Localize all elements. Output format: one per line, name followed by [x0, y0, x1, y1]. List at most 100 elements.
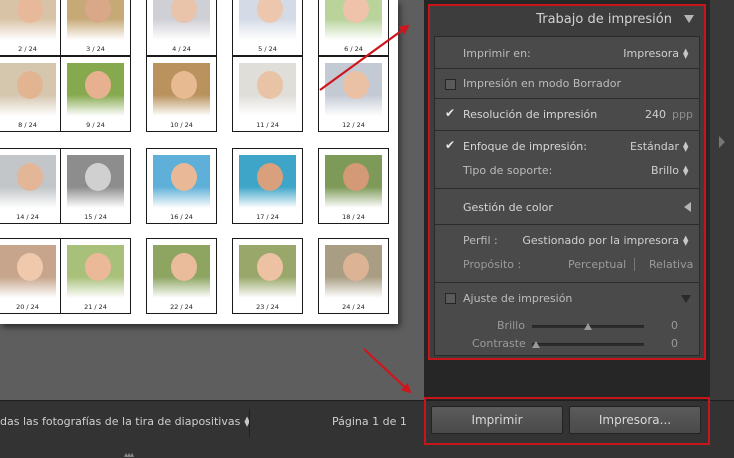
child-face: [85, 163, 111, 191]
updown-arrows-icon: ▲ ▼: [683, 140, 689, 153]
intent-option-relative[interactable]: Relativa: [649, 258, 693, 271]
brightness-value[interactable]: 0: [671, 319, 678, 332]
baby-photo: [67, 0, 124, 40]
color-management-title: Gestión de color: [463, 201, 553, 214]
baby-photo: [67, 155, 124, 208]
baby-photo: [239, 245, 296, 298]
contact-sheet-cell[interactable]: 10 / 24: [146, 56, 217, 132]
media-type-select[interactable]: Brillo ▲ ▼: [651, 164, 689, 177]
contact-sheet-cell[interactable]: 14 / 24: [0, 148, 63, 224]
contact-sheet-cell[interactable]: 22 / 24: [146, 238, 217, 314]
child-face: [257, 163, 283, 191]
print-to-label: Imprimir en:: [463, 47, 531, 60]
resolution-value[interactable]: 240: [645, 108, 666, 121]
contact-sheet-cell[interactable]: 23 / 24: [232, 238, 303, 314]
child-face: [85, 0, 111, 23]
printer-button[interactable]: Impresora...: [569, 406, 701, 434]
cell-caption: 5 / 24: [258, 45, 277, 53]
print-adjustment-section: Ajuste de impresión Brillo 0 Contraste 0: [435, 283, 699, 357]
print-job-panel-header[interactable]: Trabajo de impresión: [430, 6, 704, 34]
contact-sheet-cell[interactable]: 11 / 24: [232, 56, 303, 132]
intent-option-perceptual[interactable]: Perceptual: [568, 258, 626, 271]
child-face: [17, 253, 43, 281]
cell-caption: 10 / 24: [170, 121, 193, 129]
child-face: [17, 71, 43, 99]
collapse-panel-icon[interactable]: [684, 15, 694, 23]
contrast-value[interactable]: 0: [671, 337, 678, 350]
cell-caption: 11 / 24: [256, 121, 279, 129]
color-management-header[interactable]: Gestión de color: [435, 189, 699, 225]
photo-source-select[interactable]: das las fotografías de la tira de diapos…: [0, 415, 250, 428]
sharpening-select[interactable]: Estándar ▲ ▼: [630, 140, 689, 153]
resize-grip-icon[interactable]: ▴▴▴: [124, 450, 134, 458]
contrast-slider[interactable]: [532, 343, 644, 346]
contact-sheet-cell[interactable]: 2 / 24: [0, 0, 63, 56]
baby-photo: [239, 63, 296, 116]
cell-caption: 3 / 24: [86, 45, 105, 53]
contact-sheet-cell[interactable]: 17 / 24: [232, 148, 303, 224]
contact-sheet-cell[interactable]: 21 / 24: [60, 238, 131, 314]
sharpening-value: Estándar: [630, 140, 679, 153]
child-face: [257, 253, 283, 281]
sharpening-section: Enfoque de impresión: Estándar ▲▼ Tipo de…: [435, 131, 699, 189]
draft-mode-section: Impresión en modo Borrador: [435, 69, 699, 99]
print-job-panel: Trabajo de impresión Imprimir en: Impres…: [428, 4, 706, 360]
cell-caption: 23 / 24: [256, 303, 279, 311]
child-face: [171, 253, 197, 281]
contact-sheet-cell[interactable]: 5 / 24: [232, 0, 303, 56]
collapse-section-icon[interactable]: [681, 295, 691, 303]
brightness-label: Brillo: [497, 319, 525, 332]
resolution-checkbox[interactable]: [445, 106, 456, 120]
contact-sheet-cell[interactable]: 20 / 24: [0, 238, 63, 314]
contact-sheet-cell[interactable]: 8 / 24: [0, 56, 63, 132]
contrast-label: Contraste: [472, 337, 526, 350]
child-face: [257, 71, 283, 99]
contact-sheet-cell[interactable]: 24 / 24: [318, 238, 389, 314]
print-button[interactable]: Imprimir: [431, 406, 563, 434]
contact-sheet-cell[interactable]: 9 / 24: [60, 56, 131, 132]
print-job-panel-body: Imprimir en: Impresora ▲ ▼ Impresión en mo…: [434, 36, 700, 356]
draft-mode-checkbox[interactable]: [445, 79, 456, 90]
right-panel-edge[interactable]: [710, 0, 734, 400]
contact-sheet-cell[interactable]: 15 / 24: [60, 148, 131, 224]
color-profile-section: Perfil : Gestionado por la impresora ▲ ▼ P…: [435, 225, 699, 283]
media-type-value: Brillo: [651, 164, 679, 177]
updown-arrows-icon: ▲ ▼: [683, 234, 689, 247]
cell-caption: 14 / 24: [16, 213, 39, 221]
baby-photo: [0, 245, 56, 298]
page-counter: Página 1 de 1: [332, 415, 407, 428]
child-face: [343, 0, 369, 23]
child-face: [257, 0, 283, 23]
contact-sheet-cell[interactable]: 16 / 24: [146, 148, 217, 224]
resolution-unit: ppp: [672, 108, 693, 121]
baby-photo: [67, 245, 124, 298]
profile-label: Perfil :: [463, 234, 498, 247]
print-to-select[interactable]: Impresora ▲ ▼: [623, 47, 689, 60]
contact-sheet-cell[interactable]: 4 / 24: [146, 0, 217, 56]
print-adjustment-checkbox[interactable]: [445, 293, 456, 304]
resolution-label: Resolución de impresión: [463, 108, 598, 121]
child-face: [171, 163, 197, 191]
baby-photo: [0, 0, 56, 40]
baby-photo: [153, 0, 210, 40]
contact-sheet-cell[interactable]: 12 / 24: [318, 56, 389, 132]
sharpening-checkbox[interactable]: [445, 138, 456, 152]
child-face: [17, 163, 43, 191]
profile-select[interactable]: Gestionado por la impresora ▲ ▼: [522, 234, 689, 247]
print-adjustment-label: Ajuste de impresión: [463, 292, 573, 305]
contrast-slider-thumb[interactable]: [532, 341, 540, 348]
contact-sheet-cell[interactable]: 6 / 24: [318, 0, 389, 56]
print-to-section: Imprimir en: Impresora ▲ ▼: [435, 37, 699, 69]
contact-sheet-cell[interactable]: 18 / 24: [318, 148, 389, 224]
cell-caption: 15 / 24: [84, 213, 107, 221]
expand-panel-icon[interactable]: [719, 136, 725, 148]
brightness-slider-thumb[interactable]: [584, 323, 592, 330]
expand-section-icon[interactable]: [684, 202, 691, 212]
baby-photo: [325, 155, 382, 208]
cell-caption: 12 / 24: [342, 121, 365, 129]
baby-photo: [325, 0, 382, 40]
baby-photo: [153, 63, 210, 116]
baby-photo: [153, 155, 210, 208]
panel-title: Trabajo de impresión: [536, 12, 672, 27]
contact-sheet-cell[interactable]: 3 / 24: [60, 0, 131, 56]
